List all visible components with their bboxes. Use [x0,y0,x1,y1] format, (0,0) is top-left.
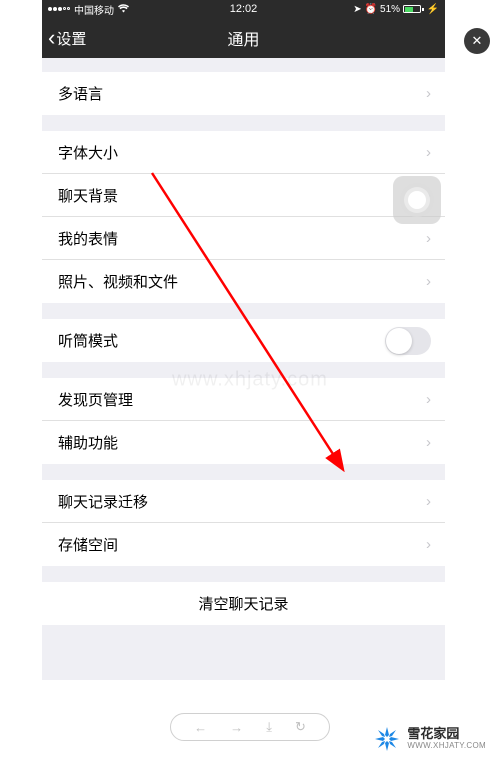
back-button[interactable]: ‹ 设置 [42,27,86,49]
group-clear: 清空聊天记录 [42,582,445,625]
close-icon: ✕ [472,33,483,49]
assistive-touch-icon[interactable] [393,176,441,224]
row-multilanguage[interactable]: 多语言 › [42,72,445,115]
brand-logo: 雪花家园 WWW.XHJATY.COM [373,725,486,753]
row-label: 我的表情 [58,228,118,249]
refresh-button[interactable]: ↻ [295,719,306,735]
group-language: 多语言 › [42,72,445,115]
charging-icon: ⚡ [427,4,439,15]
battery-percent: 51% [380,4,400,15]
group-storage: 聊天记录迁移 › 存储空间 › [42,480,445,566]
alarm-icon: ⏰ [365,4,377,15]
row-label: 辅助功能 [58,432,118,453]
chevron-right-icon: › [426,434,431,451]
clear-chat-button[interactable]: 清空聊天记录 [42,582,445,625]
chevron-right-icon: › [426,230,431,247]
status-bar: 中国移动 12:02 ➤ ⏰ 51% ⚡ [42,0,445,18]
clear-label: 清空聊天记录 [198,593,288,614]
row-font-size[interactable]: 字体大小 › [42,131,445,174]
row-my-stickers[interactable]: 我的表情 › [42,217,445,260]
signal-dots-icon [48,7,70,11]
row-label: 多语言 [58,83,103,104]
next-button[interactable]: → [230,720,243,735]
row-label: 发现页管理 [58,389,133,410]
row-chatlog-migrate[interactable]: 聊天记录迁移 › [42,480,445,523]
row-label: 听筒模式 [58,330,118,351]
page-title: 通用 [227,26,259,50]
chevron-right-icon: › [426,273,431,290]
status-right: ➤ ⏰ 51% ⚡ [353,4,439,15]
chevron-right-icon: › [426,536,431,553]
status-time: 12:02 [230,3,258,15]
chevron-right-icon: › [426,391,431,408]
viewer-toolbar: ← → ⤓ ↻ [170,713,330,741]
download-button[interactable]: ⤓ [266,719,272,735]
toggle-knob [386,328,412,354]
close-overlay-button[interactable]: ✕ [464,28,490,54]
row-label: 照片、视频和文件 [58,271,178,292]
chevron-right-icon: › [426,144,431,161]
snowflake-icon [373,725,401,753]
back-label: 设置 [56,28,86,49]
row-label: 字体大小 [58,142,118,163]
row-label: 存储空间 [58,534,118,555]
brand-name: 雪花家园 [407,727,486,741]
settings-list: 多语言 › 字体大小 › 聊天背景 › 我的表情 › 照片、视频和 [42,72,445,625]
prev-button[interactable]: ← [194,720,207,735]
carrier-label: 中国移动 [74,2,114,17]
nav-bar: ‹ 设置 通用 [42,18,445,58]
chevron-right-icon: › [426,85,431,102]
chevron-right-icon: › [426,493,431,510]
row-chat-background[interactable]: 聊天背景 › [42,174,445,217]
row-storage[interactable]: 存储空间 › [42,523,445,566]
status-left: 中国移动 [48,2,129,17]
wifi-icon [118,4,129,15]
row-photos-videos-files[interactable]: 照片、视频和文件 › [42,260,445,303]
group-discover: 发现页管理 › 辅助功能 › [42,378,445,464]
row-accessibility[interactable]: 辅助功能 › [42,421,445,464]
row-discover-manage[interactable]: 发现页管理 › [42,378,445,421]
group-display: 字体大小 › 聊天背景 › 我的表情 › 照片、视频和文件 › [42,131,445,303]
group-earpiece: 听筒模式 [42,319,445,362]
earpiece-toggle[interactable] [385,327,431,355]
location-icon: ➤ [353,4,361,15]
chevron-left-icon: ‹ [48,27,55,49]
row-label: 聊天背景 [58,185,118,206]
battery-icon [403,5,424,13]
brand-url: WWW.XHJATY.COM [407,742,486,751]
row-label: 聊天记录迁移 [58,491,148,512]
row-earpiece-mode[interactable]: 听筒模式 [42,319,445,362]
phone-screen: 中国移动 12:02 ➤ ⏰ 51% ⚡ ‹ 设置 [42,0,445,680]
